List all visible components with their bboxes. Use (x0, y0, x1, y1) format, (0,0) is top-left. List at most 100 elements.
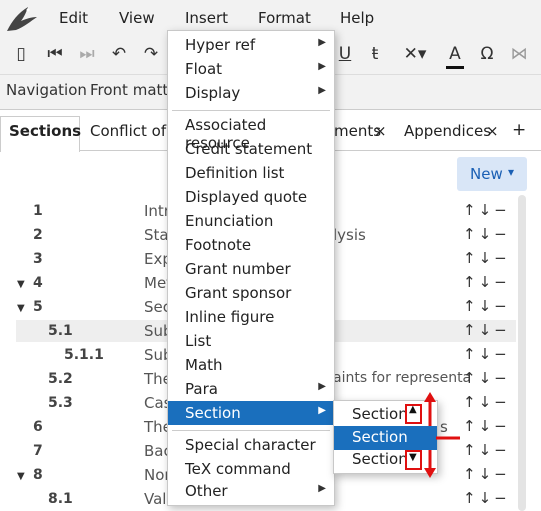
chevron-down-icon: ▾ (508, 165, 515, 179)
row-num: 8.1 (48, 491, 73, 507)
collapse-icon[interactable]: ▼ (17, 303, 25, 314)
menu-item-grant-sponsor[interactable]: Grant sponsor (168, 281, 334, 305)
row-num: 4 (33, 275, 43, 291)
skip-back-icon[interactable]: ⏮ (44, 44, 66, 64)
new-button-label: New (470, 165, 503, 183)
menu-item-math[interactable]: Math (168, 353, 334, 377)
text-color-bar (446, 66, 464, 69)
menu-item-float[interactable]: Float ▶ (168, 57, 334, 81)
row-move-controls[interactable]: ↑↓− (463, 465, 510, 483)
menu-item-label: List (185, 332, 212, 350)
chevron-right-icon: ▶ (318, 483, 326, 494)
collapse-icon[interactable]: ▼ (17, 279, 25, 290)
row-num: 3 (33, 251, 43, 267)
row-move-controls[interactable]: ↑↓− (463, 345, 510, 363)
row-title[interactable]: Val (144, 490, 166, 508)
row-move-controls[interactable]: ↑↓− (463, 369, 510, 387)
menu-item-label: Special character (185, 436, 316, 454)
row-move-controls[interactable]: ↑↓− (463, 393, 510, 411)
app-logo-icon (7, 7, 37, 31)
undo-icon[interactable]: ↶ (108, 44, 130, 64)
menu-item-credit-statement[interactable]: Credit statement (168, 137, 334, 161)
menu-item-section[interactable]: Section ▶ (168, 401, 334, 425)
menu-view[interactable]: View (119, 9, 155, 27)
menu-item-footnote[interactable]: Footnote (168, 233, 334, 257)
menu-item-label: Para (185, 380, 218, 398)
text-color-icon[interactable]: A (444, 44, 466, 64)
annotation-arrows-icon (424, 392, 460, 478)
menu-item-tex-command[interactable]: TeX command (168, 457, 334, 481)
menu-separator (172, 110, 330, 111)
menu-item-enunciation[interactable]: Enunciation (168, 209, 334, 233)
row-num: 6 (33, 419, 43, 435)
row-move-controls[interactable]: ↑↓− (463, 249, 510, 267)
menu-item-label: Other (185, 482, 228, 500)
row-move-controls[interactable]: ↑↓− (463, 225, 510, 243)
row-title-tail: lysis (333, 226, 366, 244)
clear-format-icon[interactable]: ✕▾ (398, 44, 432, 64)
menu-item-label: Float (185, 60, 223, 78)
row-move-controls[interactable]: ↑↓− (463, 273, 510, 291)
menu-separator (172, 430, 330, 431)
menu-item-other[interactable]: Other ▶ (168, 479, 334, 503)
tab-documents-close[interactable]: × (374, 122, 387, 140)
menu-item-grant-number[interactable]: Grant number (168, 257, 334, 281)
nav-front-matter[interactable]: Front matte (90, 81, 178, 99)
menu-format[interactable]: Format (258, 9, 311, 27)
row-title-tail: aints for representa (333, 370, 472, 386)
menu-item-label: Display (185, 84, 241, 102)
link-icon[interactable]: ⋈ (508, 44, 530, 64)
menu-edit[interactable]: Edit (59, 9, 88, 27)
menu-help[interactable]: Help (340, 9, 374, 27)
menu-item-label: Footnote (185, 236, 252, 254)
row-title[interactable]: Sta (144, 226, 169, 244)
menu-item-hyper-ref[interactable]: Hyper ref ▶ (168, 33, 334, 57)
menu-item-label: Grant number (185, 260, 291, 278)
row-num: 2 (33, 227, 43, 243)
chevron-right-icon: ▶ (318, 37, 326, 48)
underline-icon[interactable]: U (334, 44, 356, 64)
menu-item-associated-resource[interactable]: Associated resource (168, 113, 334, 152)
row-move-controls[interactable]: ↑↓− (463, 441, 510, 459)
menu-item-inline-figure[interactable]: Inline figure (168, 305, 334, 329)
add-tab-button[interactable]: + (512, 120, 526, 140)
menu-item-label: Credit statement (185, 140, 313, 158)
new-button[interactable]: New ▾ (457, 157, 527, 191)
menu-item-label: Hyper ref (185, 36, 256, 54)
nav-navigation[interactable]: Navigation (6, 81, 87, 99)
row-num: 5 (33, 299, 43, 315)
omega-icon[interactable]: Ω (476, 44, 498, 64)
menu-item-display[interactable]: Display ▶ (168, 81, 334, 105)
strikethrough-icon[interactable]: ŧ (364, 44, 386, 64)
tab-appendices[interactable]: Appendices (404, 122, 491, 140)
collapse-icon[interactable]: ▼ (17, 471, 25, 482)
row-move-controls[interactable]: ↑↓− (463, 417, 510, 435)
row-move-controls[interactable]: ↑↓− (463, 297, 510, 315)
menu-item-definition-list[interactable]: Definition list (168, 161, 334, 185)
insert-menu: Hyper ref ▶ Float ▶ Display ▶ Associated re… (167, 30, 335, 506)
menu-item-displayed-quote[interactable]: Displayed quote (168, 185, 334, 209)
submenu-item-label: Section (352, 405, 408, 423)
chevron-right-icon: ▶ (318, 381, 326, 392)
row-num: 7 (33, 443, 43, 459)
tab-sections[interactable]: Sections (9, 122, 81, 140)
menu-item-list[interactable]: List (168, 329, 334, 353)
menu-item-label: Math (185, 356, 223, 374)
row-move-controls[interactable]: ↑↓− (463, 201, 510, 219)
sidebar-toggle-icon[interactable]: ▯ (10, 44, 32, 64)
menu-item-para[interactable]: Para ▶ (168, 377, 334, 401)
chevron-right-icon: ▶ (318, 61, 326, 72)
menu-item-label: Enunciation (185, 212, 274, 230)
caret-down-icon: ▼ (409, 452, 417, 463)
menu-item-special-character[interactable]: Special character (168, 433, 334, 457)
scrollbar[interactable] (518, 195, 526, 511)
tab-appendices-close[interactable]: × (486, 122, 499, 140)
row-num: 1 (33, 203, 43, 219)
menu-item-label: Displayed quote (185, 188, 308, 206)
menu-insert[interactable]: Insert (185, 9, 228, 27)
tab-conflict[interactable]: Conflict of i (90, 122, 175, 140)
skip-forward-icon[interactable]: ⏭ (76, 44, 98, 64)
row-move-controls[interactable]: ↑↓− (463, 489, 510, 507)
redo-icon[interactable]: ↷ (140, 44, 162, 64)
row-move-controls[interactable]: ↑↓− (463, 321, 510, 339)
